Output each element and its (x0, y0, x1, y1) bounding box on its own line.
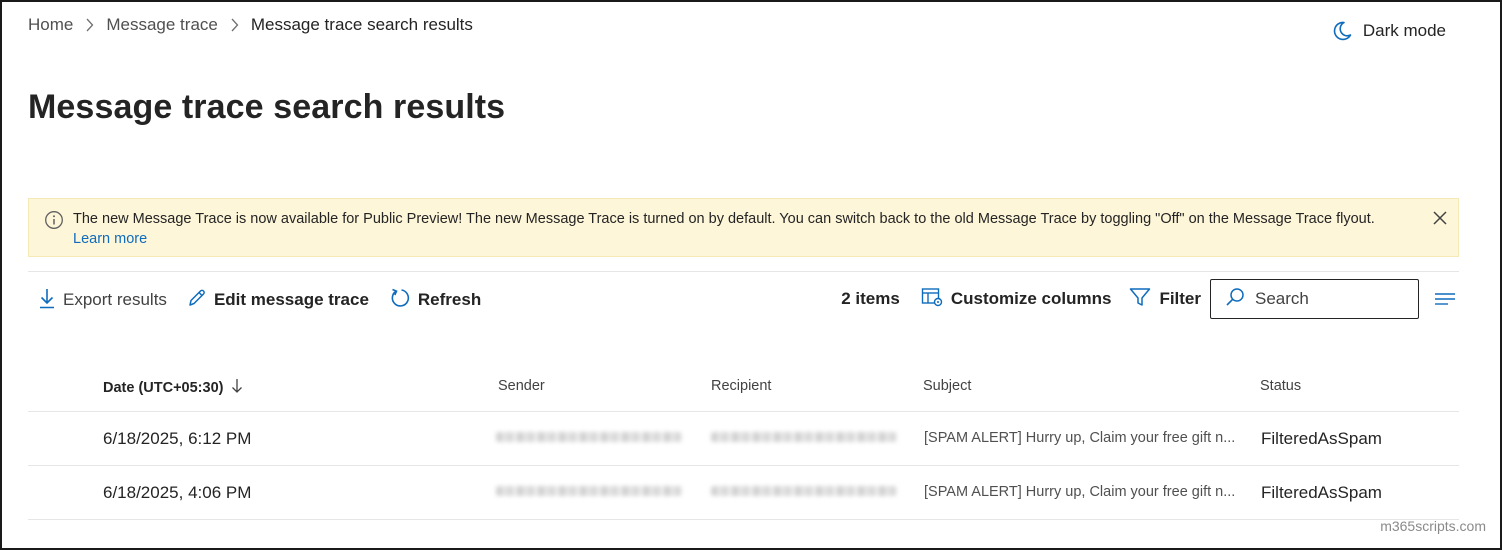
table-row[interactable]: 6/18/2025, 4:06 PM [SPAM ALERT] Hurry up… (28, 466, 1459, 520)
chevron-right-icon (230, 18, 239, 32)
column-header-date-label: Date (UTC+05:30) (103, 380, 224, 396)
cell-status: FilteredAsSpam (1261, 483, 1382, 502)
cell-subject: [SPAM ALERT] Hurry up, Claim your free g… (924, 484, 1236, 500)
sender-redacted (496, 486, 682, 496)
filter-button[interactable]: Filter (1129, 287, 1201, 312)
banner-message: The new Message Trace is now available f… (73, 209, 1403, 249)
cell-date: 6/18/2025, 6:12 PM (103, 429, 252, 448)
refresh-label: Refresh (417, 290, 482, 309)
search-box[interactable] (1210, 279, 1419, 319)
page-title: Message trace search results (28, 88, 506, 126)
divider (28, 271, 1459, 272)
pencil-icon (187, 288, 207, 313)
sender-redacted (496, 432, 682, 442)
search-icon (1225, 287, 1245, 312)
filter-icon (1129, 287, 1151, 312)
dark-mode-toggle[interactable]: Dark mode (1331, 20, 1446, 42)
cell-status: FilteredAsSpam (1261, 429, 1382, 448)
breadcrumb-current: Message trace search results (250, 15, 473, 34)
breadcrumb-message-trace[interactable]: Message trace (106, 15, 218, 35)
items-count: 2 items (841, 289, 900, 308)
customize-columns-button[interactable]: Customize columns (921, 287, 1112, 312)
cell-subject: [SPAM ALERT] Hurry up, Claim your free g… (924, 430, 1236, 446)
export-label: Export results (63, 290, 167, 309)
edit-label: Edit message trace (213, 290, 369, 309)
arrow-down-icon (231, 378, 243, 398)
app-frame: Home Message trace Message trace search … (0, 0, 1502, 550)
info-icon (44, 210, 64, 236)
customize-label: Customize columns (950, 289, 1112, 308)
cell-date: 6/18/2025, 4:06 PM (103, 483, 252, 502)
table-row[interactable]: 6/18/2025, 6:12 PM [SPAM ALERT] Hurry up… (28, 412, 1459, 466)
column-header-status[interactable]: Status (1260, 378, 1301, 394)
export-results-button[interactable]: Export results (38, 287, 167, 314)
watermark: m365scripts.com (1380, 518, 1486, 534)
view-options-icon[interactable] (1434, 290, 1456, 308)
column-header-recipient[interactable]: Recipient (711, 378, 771, 394)
column-header-subject[interactable]: Subject (923, 378, 971, 394)
toolbar-right: 2 items Customize columns Filter (841, 279, 1456, 319)
chevron-right-icon (85, 18, 94, 32)
breadcrumb-home[interactable]: Home (28, 15, 73, 35)
column-header-date[interactable]: Date (UTC+05:30) (103, 378, 243, 398)
recipient-redacted (711, 486, 897, 496)
toolbar-left: Export results Edit message trace Refres… (38, 287, 501, 313)
table-header: Date (UTC+05:30) Sender Recipient Subjec… (28, 364, 1459, 412)
learn-more-link[interactable]: Learn more (73, 231, 147, 247)
preview-banner: The new Message Trace is now available f… (28, 198, 1459, 257)
recipient-redacted (711, 432, 897, 442)
banner-text: The new Message Trace is now available f… (73, 211, 1375, 227)
dark-mode-label: Dark mode (1362, 21, 1446, 40)
columns-settings-icon (921, 287, 943, 312)
close-icon[interactable] (1432, 210, 1448, 232)
refresh-button[interactable]: Refresh (389, 287, 481, 314)
results-table: Date (UTC+05:30) Sender Recipient Subjec… (28, 364, 1459, 520)
moon-icon (1331, 20, 1353, 42)
breadcrumb: Home Message trace Message trace search … (28, 15, 473, 35)
filter-label: Filter (1159, 289, 1201, 308)
column-header-sender[interactable]: Sender (498, 378, 545, 394)
refresh-icon (389, 287, 411, 314)
download-icon (38, 287, 56, 314)
search-input[interactable] (1255, 289, 1405, 309)
edit-message-trace-button[interactable]: Edit message trace (187, 288, 369, 313)
